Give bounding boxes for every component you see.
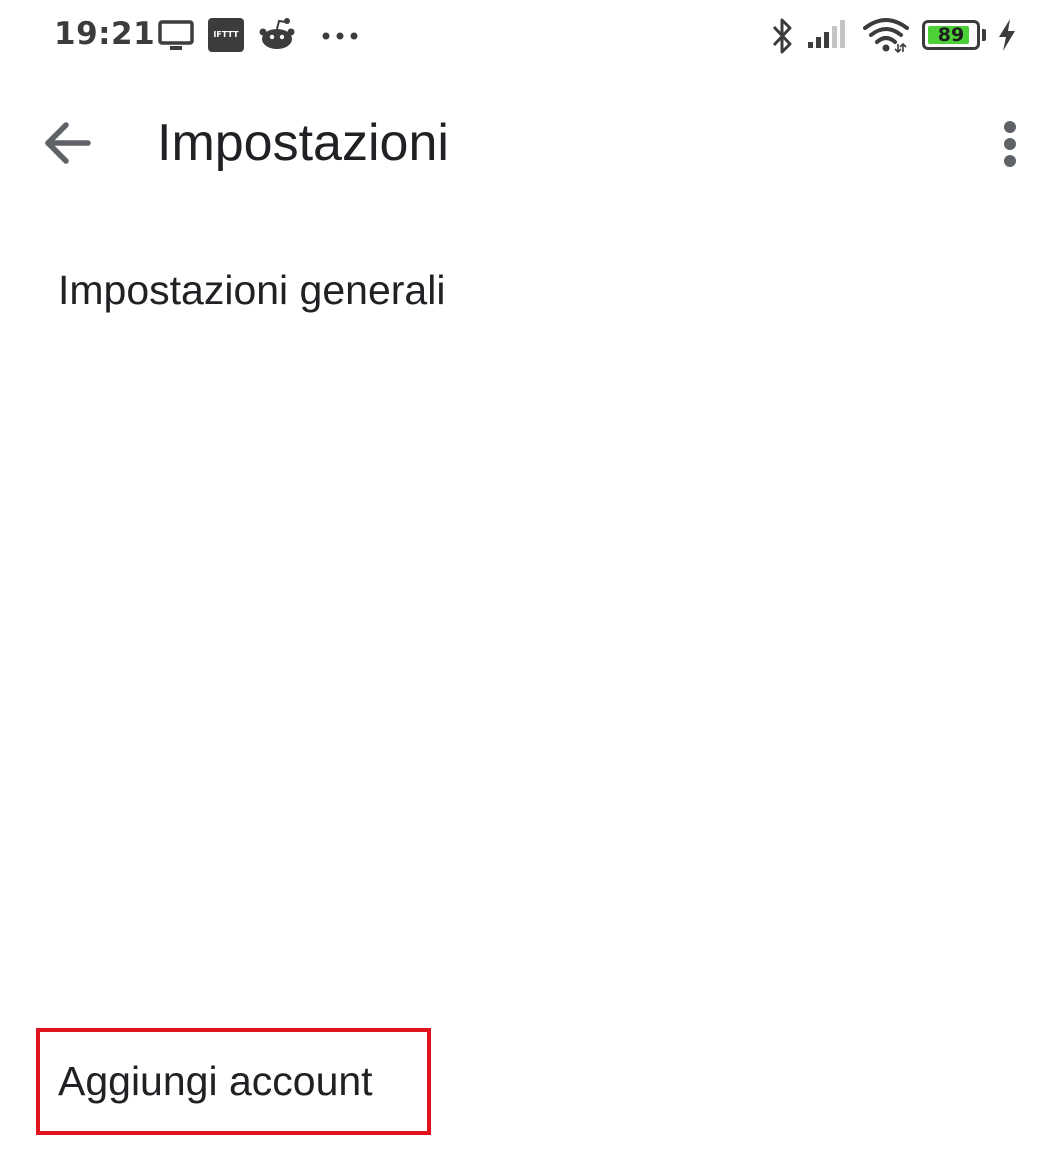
- ifttt-icon: IFTTT: [208, 18, 244, 52]
- battery-level: 89: [937, 24, 965, 46]
- bluetooth-icon: [772, 18, 792, 54]
- back-button[interactable]: [30, 110, 106, 176]
- arrow-back-icon: [45, 122, 91, 164]
- signal-icon: [808, 20, 845, 48]
- status-bar: 19:21 IFTTT 89: [0, 0, 1062, 72]
- overflow-menu-button[interactable]: [988, 112, 1032, 178]
- settings-item-general[interactable]: Impostazioni generali: [58, 264, 445, 316]
- more-vert-icon: [1004, 121, 1016, 167]
- status-time: 19:21: [54, 16, 156, 52]
- page-title: Impostazioni: [157, 114, 449, 172]
- more-notifications-icon: [322, 32, 358, 40]
- battery-nub: [982, 29, 986, 41]
- charging-icon: [999, 19, 1015, 51]
- wifi-icon: [863, 18, 909, 54]
- cast-screen-icon: [158, 20, 194, 50]
- app-bar: Impostazioni: [0, 80, 1062, 210]
- reddit-icon: [259, 18, 295, 49]
- settings-item-add-account[interactable]: Aggiungi account: [58, 1055, 373, 1107]
